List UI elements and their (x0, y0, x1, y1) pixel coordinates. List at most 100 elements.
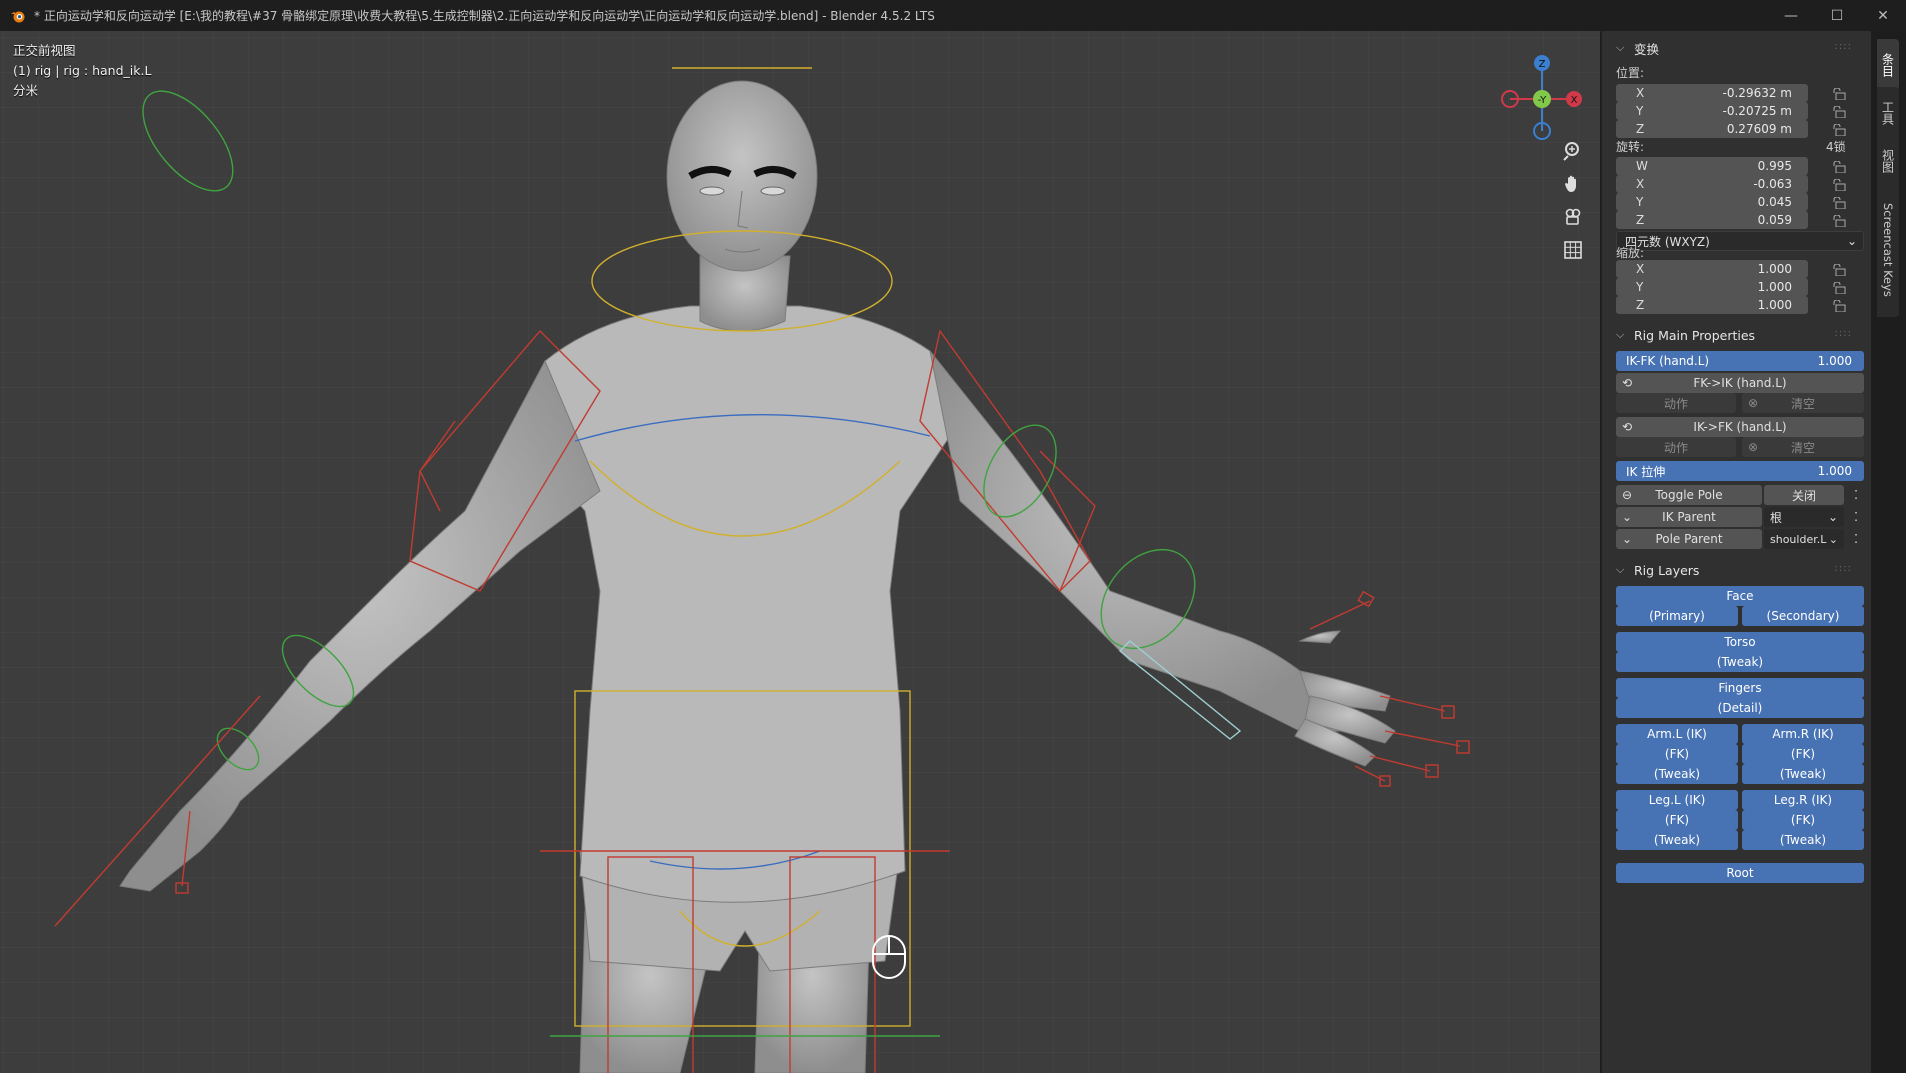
snap-magnet-icon: ⟲ (1622, 376, 1633, 390)
chevron-down-icon: ⌵ (1616, 563, 1625, 576)
scale-label: 缩放: (1616, 246, 1645, 260)
rotation-4lock-label[interactable]: 4锁 (1826, 138, 1846, 155)
layer-arm-l-fk-button[interactable]: (FK) (1616, 744, 1738, 764)
chevron-down-icon: ⌄ (1828, 532, 1838, 546)
layer-root-button[interactable]: Root (1616, 863, 1864, 883)
location-z-field[interactable]: Z 0.27609 m (1616, 120, 1808, 138)
gizmo-y-label: -Y (1538, 95, 1547, 106)
location-x-field[interactable]: X -0.29632 m (1616, 84, 1808, 102)
tab-screencast-keys[interactable]: Screencast Keys (1877, 183, 1899, 317)
lock-icon[interactable] (1832, 88, 1846, 100)
rotation-label: 旋转: (1616, 140, 1645, 154)
rotation-mode-dropdown[interactable]: 四元数 (WXYZ) ⌄ (1616, 231, 1864, 251)
scale-x-field[interactable]: X 1.000 (1616, 260, 1808, 278)
viewport-scene (0, 31, 1600, 1073)
location-label: 位置: (1616, 66, 1645, 80)
layer-face-secondary-button[interactable]: (Secondary) (1742, 606, 1864, 626)
unit-label: 分米 (13, 83, 39, 98)
ik-stretch-slider[interactable]: IK 拉伸 1.000 (1616, 461, 1864, 481)
lock-icon[interactable] (1832, 179, 1846, 191)
ik-parent-dropdown[interactable]: 根 ⌄ (1764, 507, 1844, 527)
layer-torso-button[interactable]: Torso (1616, 632, 1864, 652)
ik-to-fk-clear-button[interactable]: ⊗ 清空 (1742, 437, 1864, 457)
zoom-icon[interactable] (1558, 136, 1588, 166)
rotation-z-field[interactable]: Z 0.059 (1616, 211, 1808, 229)
layer-face-button[interactable]: Face (1616, 586, 1864, 606)
ik-fk-slider[interactable]: IK-FK (hand.L) 1.000 (1616, 351, 1864, 371)
navigation-gizmo[interactable]: Z X -Y (1490, 43, 1590, 143)
rotation-y-field[interactable]: Y 0.045 (1616, 193, 1808, 211)
scale-y-field[interactable]: Y 1.000 (1616, 278, 1808, 296)
snap-magnet-icon: ⟲ (1622, 420, 1633, 434)
drag-handle-icon[interactable]: :::: (1835, 563, 1852, 574)
rig-main-header[interactable]: ⌵ Rig Main Properties (1616, 325, 1755, 345)
chevron-down-icon: ⌄ (1846, 234, 1857, 248)
ik-parent-label: ⌄ IK Parent (1616, 507, 1762, 527)
lock-icon[interactable] (1832, 124, 1846, 136)
layer-leg-l-ik-button[interactable]: Leg.L (IK) (1616, 790, 1738, 810)
scale-z-field[interactable]: Z 1.000 (1616, 296, 1808, 314)
layer-leg-r-fk-button[interactable]: (FK) (1742, 810, 1864, 830)
layer-arm-r-ik-button[interactable]: Arm.R (IK) (1742, 724, 1864, 744)
chevron-down-icon: ⌄ (1827, 510, 1838, 524)
lock-icon[interactable] (1832, 282, 1846, 294)
rig-layers-header[interactable]: ⌵ Rig Layers (1616, 560, 1699, 580)
viewport-info: 正交前视图 (1) rig | rig : hand_ik.L 分米 (13, 41, 151, 101)
keyframe-icon[interactable]: ⁚ (1846, 507, 1866, 527)
lock-icon[interactable] (1832, 300, 1846, 312)
drag-handle-icon[interactable]: :::: (1835, 328, 1852, 339)
lock-icon[interactable] (1832, 215, 1846, 227)
perspective-grid-icon[interactable] (1558, 235, 1588, 265)
tab-tool[interactable]: 工具 (1877, 87, 1899, 139)
title-bar: * 正向运动学和反向运动学 [E:\我的教程\#37 骨骼绑定原理\收费大教程\… (0, 0, 1906, 32)
sidebar-tabs: 条目 工具 视图 Screencast Keys (1871, 31, 1906, 1073)
location-y-field[interactable]: Y -0.20725 m (1616, 102, 1808, 120)
layer-fingers-button[interactable]: Fingers (1616, 678, 1864, 698)
rotation-w-field[interactable]: W 0.995 (1616, 157, 1808, 175)
maximize-button[interactable]: ☐ (1814, 0, 1860, 31)
keyframe-icon[interactable]: ⁚ (1846, 485, 1866, 505)
lock-icon[interactable] (1832, 264, 1846, 276)
minimize-button[interactable]: — (1768, 0, 1814, 31)
layer-leg-l-tweak-button[interactable]: (Tweak) (1616, 830, 1738, 850)
tab-item[interactable]: 条目 (1877, 39, 1899, 91)
fk-to-ik-action-button[interactable]: 动作 (1616, 393, 1736, 413)
layer-torso-tweak-button[interactable]: (Tweak) (1616, 652, 1864, 672)
camera-view-icon[interactable] (1558, 202, 1588, 232)
layer-leg-r-ik-button[interactable]: Leg.R (IK) (1742, 790, 1864, 810)
chevron-down-icon: ⌵ (1616, 41, 1625, 54)
keyframe-icon[interactable]: ⁚ (1846, 529, 1866, 549)
lock-icon[interactable] (1832, 106, 1846, 118)
toggle-pole-label: ⊖ Toggle Pole (1616, 485, 1762, 505)
toggle-pole-button[interactable]: 关闭 (1764, 485, 1844, 505)
gizmo-x-label: X (1571, 95, 1578, 106)
lock-icon[interactable] (1832, 161, 1846, 173)
layer-face-primary-button[interactable]: (Primary) (1616, 606, 1738, 626)
ik-to-fk-button[interactable]: ⟲ IK->FK (hand.L) (1616, 417, 1864, 437)
drag-handle-icon[interactable]: :::: (1835, 41, 1852, 52)
pan-hand-icon[interactable] (1558, 169, 1588, 199)
tab-view[interactable]: 视图 (1877, 135, 1899, 187)
layer-leg-l-fk-button[interactable]: (FK) (1616, 810, 1738, 830)
sidebar-panel: ⌵ 变换 :::: 位置: X -0.29632 m Y -0.20725 m Z0… (1601, 31, 1872, 1073)
transform-header[interactable]: ⌵ 变换 (1616, 38, 1659, 58)
rotation-x-field[interactable]: X -0.063 (1616, 175, 1808, 193)
layer-arm-l-ik-button[interactable]: Arm.L (IK) (1616, 724, 1738, 744)
pole-parent-dropdown[interactable]: shoulder.L ⌄ (1764, 529, 1844, 549)
viewport-tools (1558, 136, 1588, 268)
ik-to-fk-action-button[interactable]: 动作 (1616, 437, 1736, 457)
fk-to-ik-clear-button[interactable]: ⊗ 清空 (1742, 393, 1864, 413)
link-icon: ⊖ (1622, 488, 1633, 502)
pole-parent-label: ⌄ Pole Parent (1616, 529, 1762, 549)
layer-arm-r-fk-button[interactable]: (FK) (1742, 744, 1864, 764)
close-button[interactable]: ✕ (1860, 0, 1906, 31)
layer-arm-l-tweak-button[interactable]: (Tweak) (1616, 764, 1738, 784)
layer-arm-r-tweak-button[interactable]: (Tweak) (1742, 764, 1864, 784)
layer-fingers-detail-button[interactable]: (Detail) (1616, 698, 1864, 718)
layer-leg-r-tweak-button[interactable]: (Tweak) (1742, 830, 1864, 850)
clear-x-icon: ⊗ (1748, 440, 1759, 454)
lock-icon[interactable] (1832, 197, 1846, 209)
3d-viewport[interactable]: 正交前视图 (1) rig | rig : hand_ik.L 分米 Z X -… (0, 31, 1600, 1073)
fk-to-ik-button[interactable]: ⟲ FK->IK (hand.L) (1616, 373, 1864, 393)
chevron-down-icon: ⌄ (1622, 532, 1633, 546)
